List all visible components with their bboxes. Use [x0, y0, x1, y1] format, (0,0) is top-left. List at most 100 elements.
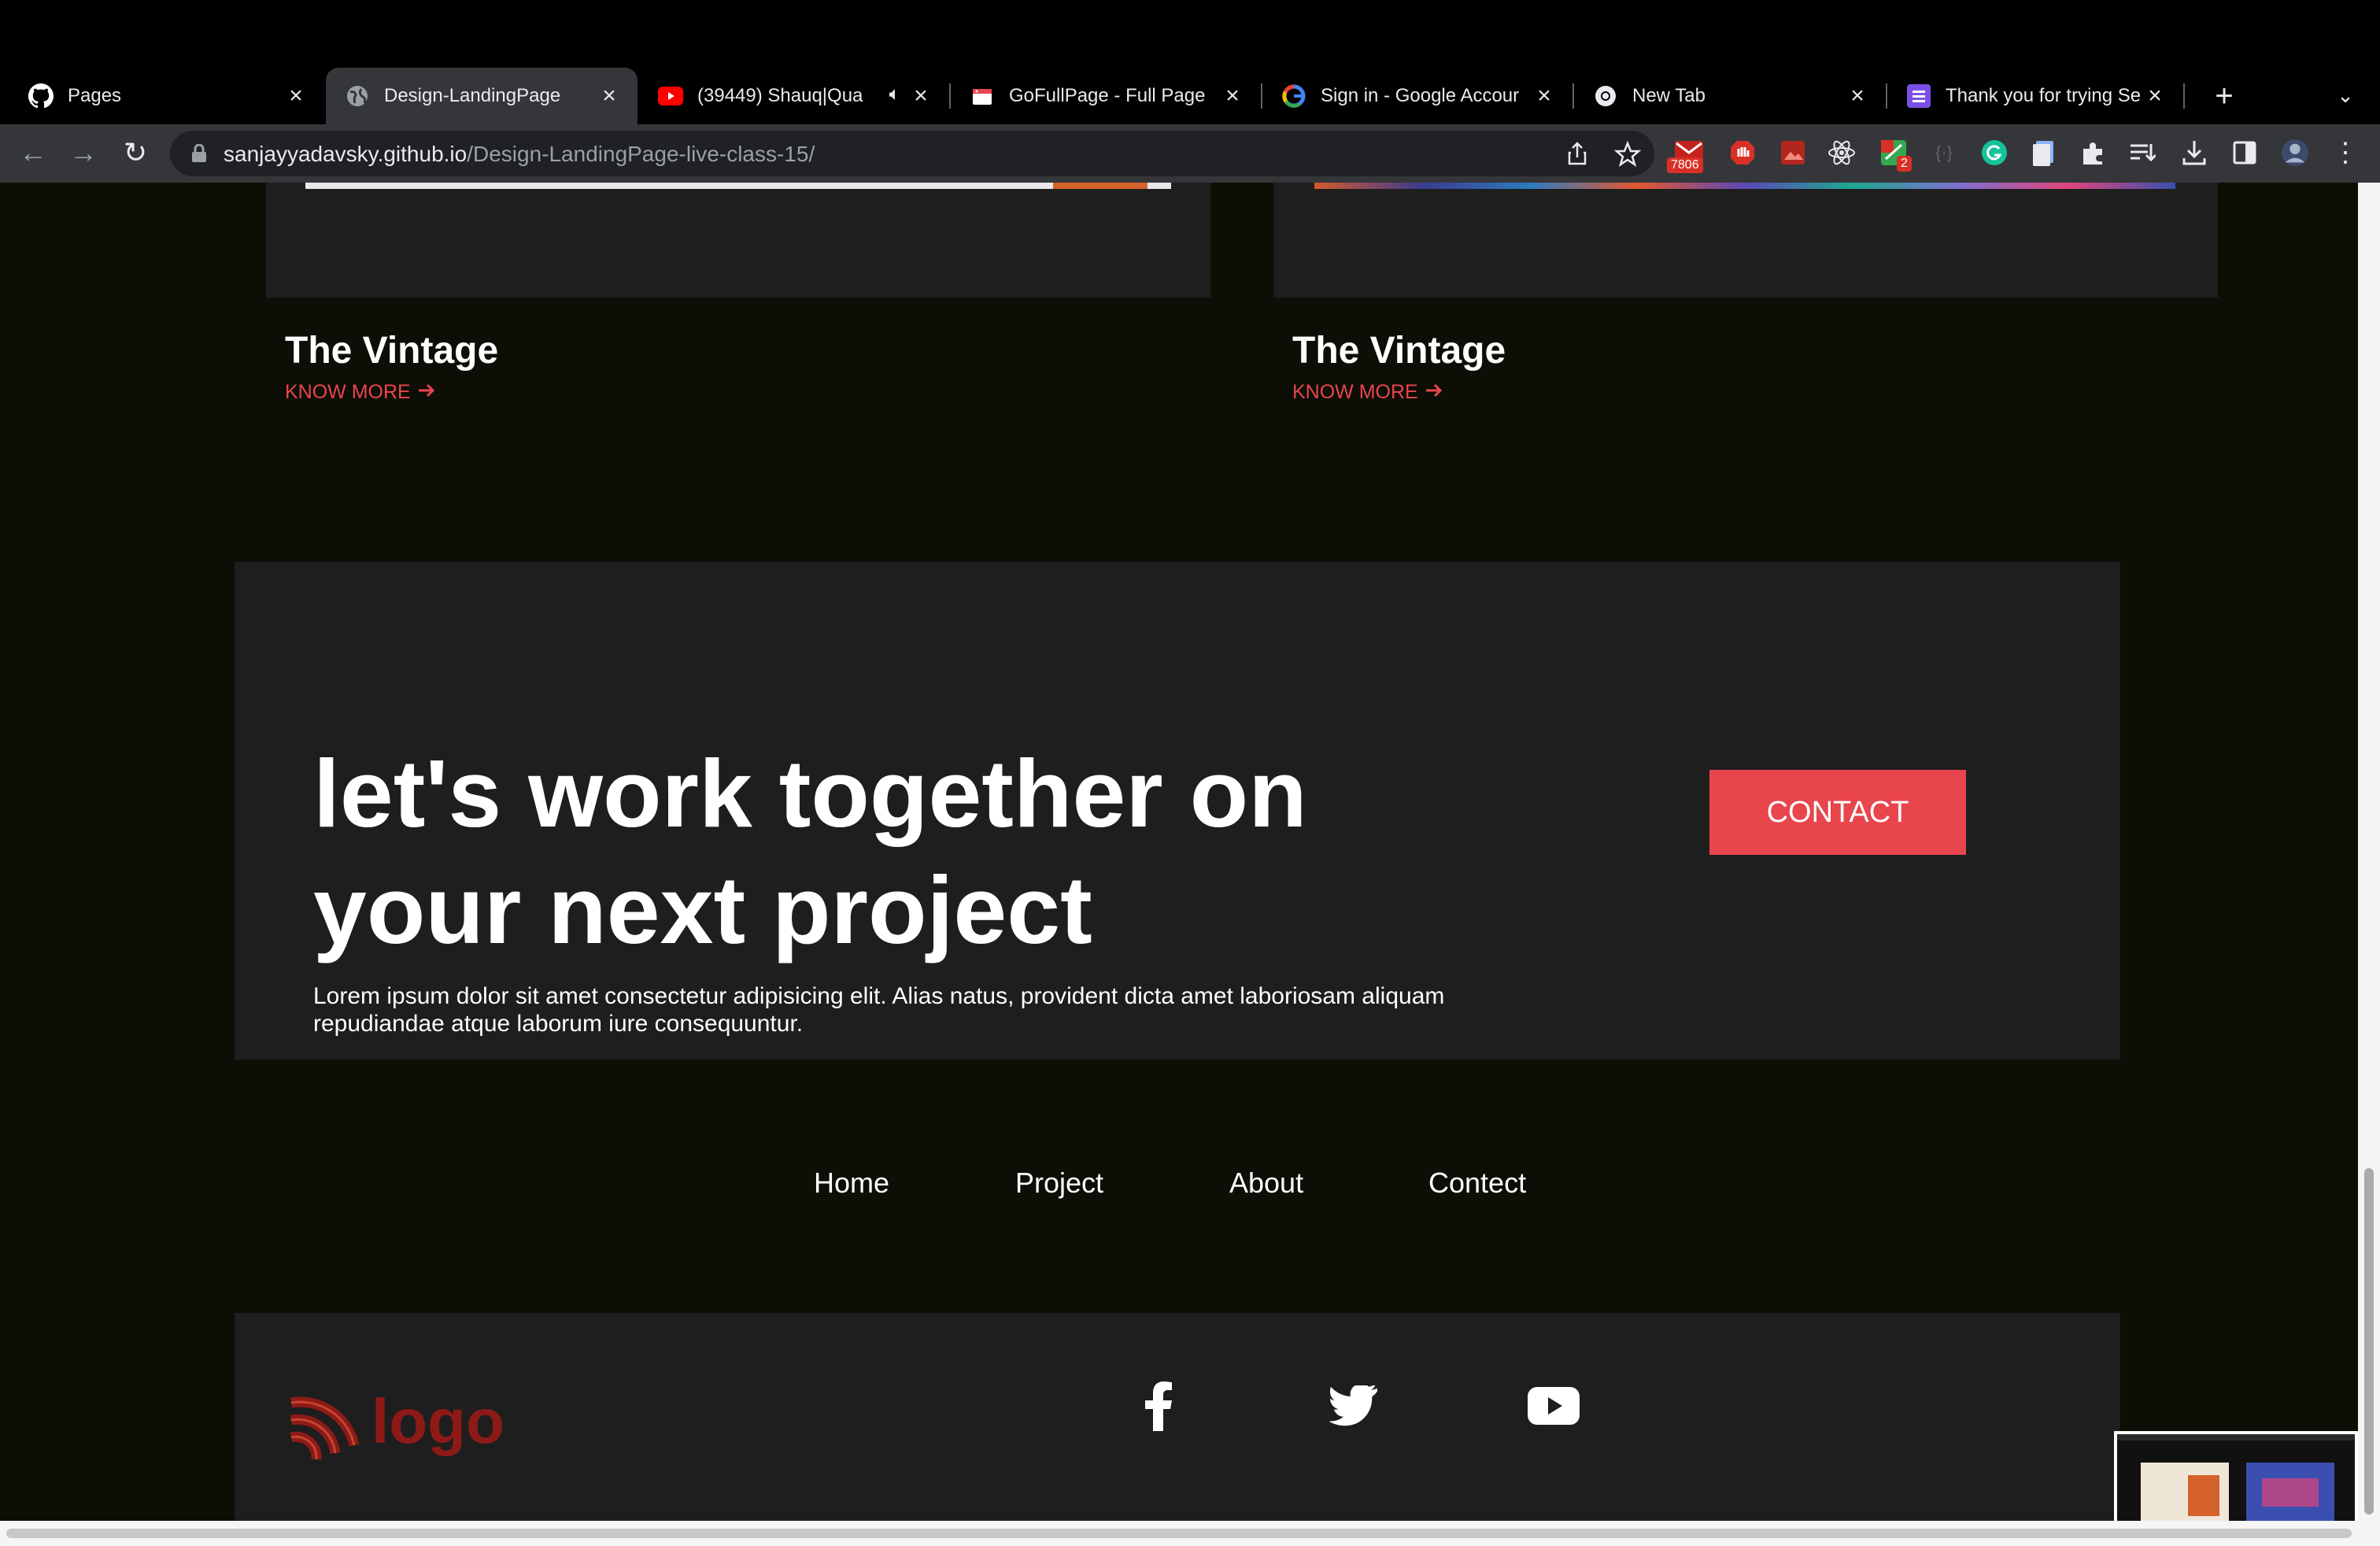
tab-youtube[interactable]: (39449) Shauq|Qua 🔈︎ ×: [639, 68, 951, 124]
download-icon[interactable]: [2180, 139, 2208, 167]
close-icon[interactable]: ×: [1220, 83, 1245, 109]
tab-google-signin[interactable]: Sign in - Google Accour ×: [1262, 68, 1574, 124]
share-icon[interactable]: [1563, 140, 1591, 168]
cta-heading-line1: let's work together on: [313, 740, 1307, 847]
side-panel-icon[interactable]: [2230, 139, 2259, 167]
address-bar[interactable]: sanjayyadavsky.github.io/Design-LandingP…: [170, 131, 1654, 176]
card-image-edge-accent: [1053, 183, 1148, 189]
arrow-right-icon: [1425, 381, 1443, 404]
list-icon: [1906, 83, 1931, 109]
cta-heading: let's work together on your next project: [313, 735, 1494, 968]
thumbnail-card-image: [2246, 1463, 2334, 1521]
reload-button[interactable]: ↻: [118, 135, 153, 170]
github-icon: [28, 83, 54, 109]
horizontal-scrollbar[interactable]: [0, 1521, 2380, 1546]
thumbnail-card-image: [2141, 1463, 2229, 1521]
globe-icon: [345, 83, 370, 109]
new-tab-button[interactable]: +: [2207, 79, 2241, 113]
lock-icon[interactable]: [190, 143, 208, 163]
tab-separator: [2183, 83, 2185, 109]
notification-badge: 2: [1897, 156, 1912, 172]
grammarly-icon[interactable]: [1980, 139, 2009, 167]
tab-title: Thank you for trying Se: [1946, 85, 2142, 106]
react-devtools-icon[interactable]: [1828, 139, 1856, 167]
contact-button[interactable]: CONTACT: [1709, 770, 1966, 855]
image-extension-icon[interactable]: [1779, 139, 1807, 167]
close-icon[interactable]: ×: [1532, 83, 1557, 109]
speaker-icon[interactable]: 🔈︎: [889, 83, 900, 105]
avatar[interactable]: [2281, 139, 2309, 167]
extensions-puzzle-icon[interactable]: [2079, 139, 2108, 167]
thumbnail-card-accent: [2188, 1475, 2219, 1516]
card-title: The Vintage: [285, 330, 499, 372]
tab-pages[interactable]: Pages ×: [9, 68, 324, 124]
logo[interactable]: logo: [286, 1382, 504, 1469]
footer: logo: [235, 1313, 2120, 1521]
json-extension-icon[interactable]: {·}: [1930, 139, 1958, 167]
close-icon[interactable]: ×: [908, 83, 933, 109]
card-title: The Vintage: [1292, 330, 1506, 372]
nav-link-home[interactable]: Home: [814, 1167, 889, 1200]
tab-design-landingpage[interactable]: Design-LandingPage ×: [326, 68, 638, 124]
card-image[interactable]: [1273, 183, 2218, 298]
bookmark-star-icon[interactable]: [1613, 140, 1642, 168]
google-icon: [1281, 83, 1306, 109]
close-icon[interactable]: ×: [597, 83, 622, 109]
thumbnail-card-accent: [2262, 1478, 2319, 1507]
adblock-extension-icon[interactable]: [1728, 139, 1757, 167]
card-image-edge: [305, 183, 1171, 189]
vertical-scrollbar[interactable]: [2358, 183, 2380, 1521]
back-button[interactable]: ←: [16, 135, 50, 170]
forward-button[interactable]: →: [66, 135, 101, 170]
thumbnail-toolbar: [2117, 1434, 2355, 1441]
facebook-icon[interactable]: [1127, 1374, 1190, 1437]
nav-link-contact[interactable]: Contect: [1428, 1167, 1526, 1200]
tab-title: Design-LandingPage: [384, 85, 561, 106]
tab-title: GoFullPage - Full Page: [1009, 85, 1206, 106]
window-titlebar: [0, 0, 2380, 68]
know-more-label: KNOW MORE: [1292, 381, 1418, 403]
cta-description: Lorem ipsum dolor sit amet consectetur a…: [313, 983, 1445, 1037]
know-more-link[interactable]: KNOW MORE: [285, 381, 436, 404]
url-text[interactable]: sanjayyadavsky.github.io/Design-LandingP…: [224, 142, 815, 167]
notification-extension-icon[interactable]: 2: [1879, 139, 1912, 172]
gofullpage-icon: [970, 83, 995, 109]
vertical-scroll-thumb[interactable]: [2364, 1168, 2374, 1515]
mail-count-badge: 7806: [1667, 157, 1703, 173]
nav-link-project[interactable]: Project: [1015, 1167, 1103, 1200]
arrow-right-icon: [417, 381, 436, 404]
capture-thumbnail[interactable]: [2114, 1431, 2358, 1521]
card-image-edge: [1314, 183, 2175, 189]
tab-title: (39449) Shauq|Qua: [697, 85, 863, 106]
tab-title: Sign in - Google Accour: [1321, 85, 1520, 106]
tab-title: Pages: [68, 85, 122, 106]
chrome-icon: [1593, 83, 1618, 109]
tab-title: New Tab: [1632, 85, 1706, 106]
twitter-icon[interactable]: [1322, 1374, 1385, 1437]
close-icon[interactable]: ×: [283, 83, 309, 109]
mail-extension-icon[interactable]: 7806: [1667, 139, 1703, 173]
url-path: /Design-LandingPage-live-class-15/: [467, 142, 815, 166]
youtube-icon: [658, 83, 683, 109]
url-domain: sanjayyadavsky.github.io: [224, 142, 468, 166]
youtube-icon[interactable]: [1522, 1374, 1585, 1437]
cta-heading-line2: your next project: [313, 856, 1092, 963]
reading-list-icon[interactable]: [2128, 139, 2156, 167]
tab-thank-you[interactable]: Thank you for trying Se ×: [1887, 68, 2185, 124]
close-icon[interactable]: ×: [2142, 83, 2168, 109]
tab-gofullpage[interactable]: GoFullPage - Full Page ×: [951, 68, 1262, 124]
docs-extension-icon[interactable]: [2029, 139, 2057, 167]
close-icon[interactable]: ×: [1845, 83, 1870, 109]
kebab-menu-icon[interactable]: ⋮: [2331, 138, 2360, 168]
nav-link-about[interactable]: About: [1229, 1167, 1303, 1200]
cta-section: let's work together on your next project…: [235, 562, 2120, 1060]
logo-text: logo: [371, 1386, 504, 1456]
know-more-link[interactable]: KNOW MORE: [1292, 381, 1443, 404]
card-image[interactable]: [266, 183, 1210, 298]
horizontal-scroll-thumb[interactable]: [6, 1529, 2352, 1538]
page-viewport: The Vintage KNOW MORE The Vintage KNOW M…: [0, 183, 2358, 1521]
tab-new-tab[interactable]: New Tab ×: [1574, 68, 1887, 124]
browser-toolbar: ← → ↻ sanjayyadavsky.github.io/Design-La…: [0, 124, 2380, 183]
tab-search-chevron-icon[interactable]: ⌄: [2330, 83, 2361, 109]
tab-strip: Pages × Design-LandingPage × (39449) Sha…: [0, 68, 2380, 124]
